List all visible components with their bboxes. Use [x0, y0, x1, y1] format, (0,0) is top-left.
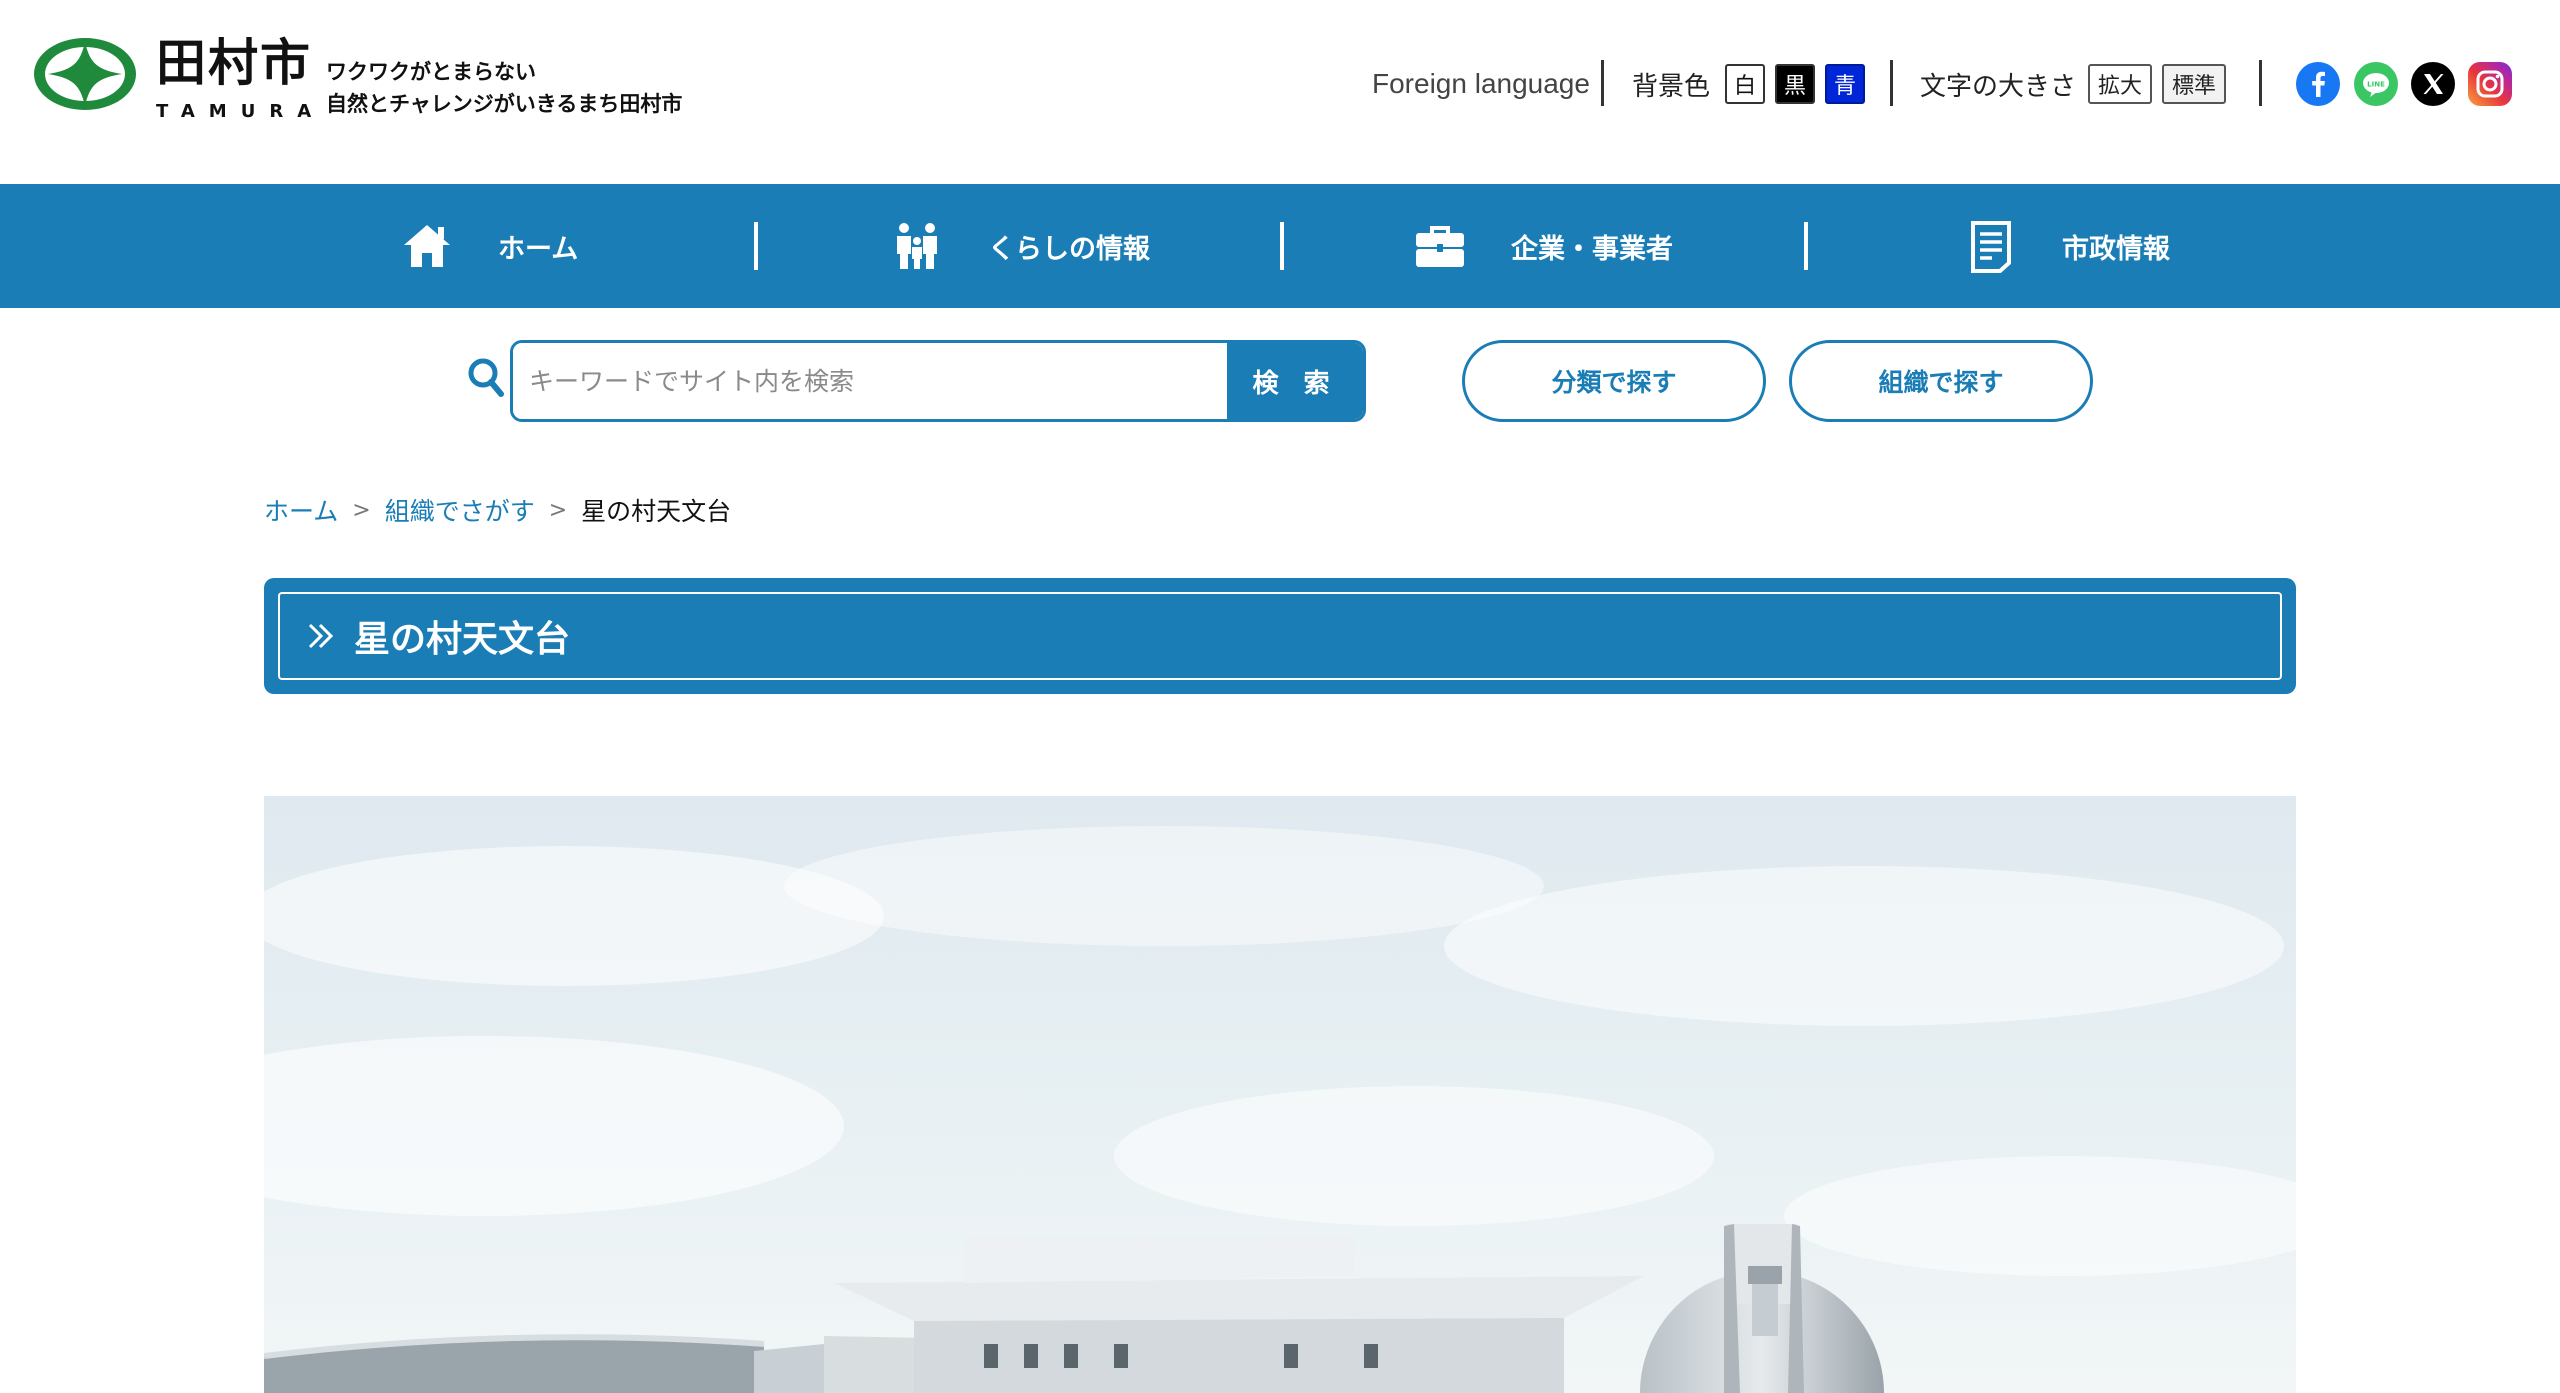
briefcase-icon: [1416, 226, 1464, 267]
search-input[interactable]: [513, 343, 1227, 419]
home-icon: [404, 225, 450, 267]
nav-divider: [1280, 222, 1284, 270]
nav-home-label: ホーム: [498, 233, 579, 265]
nav-business[interactable]: 企業・事業者: [1413, 184, 1673, 308]
nav-divider: [1804, 222, 1808, 270]
nav-city-label: 市政情報: [2062, 233, 2170, 265]
breadcrumb-separator: >: [352, 497, 371, 523]
facebook-icon[interactable]: [2296, 62, 2340, 106]
family-icon: [897, 223, 937, 269]
search-by-organization-button[interactable]: 組織で探す: [1789, 340, 2093, 422]
bg-blue-button[interactable]: 青: [1825, 64, 1865, 104]
nav-divider: [754, 222, 758, 270]
nav-city[interactable]: 市政情報: [1964, 184, 2170, 308]
tagline-line2: 自然とチャレンジがいきるまち田村市: [326, 92, 683, 116]
search-button[interactable]: 検 索: [1227, 343, 1363, 419]
search-icon: [468, 358, 504, 397]
logo-name: 田村市: [156, 34, 312, 92]
nav-life-label: くらしの情報: [988, 233, 1150, 265]
logo-roman: TAMURA: [156, 101, 326, 122]
font-size-label: 文字の大きさ: [1920, 71, 2077, 102]
tagline: ワクワクがとまらない 自然とチャレンジがいきるまち田村市: [326, 56, 682, 120]
breadcrumb-current: 星の村天文台: [581, 497, 732, 526]
breadcrumb-home-link[interactable]: ホーム: [264, 492, 338, 528]
bg-black-button[interactable]: 黒: [1775, 64, 1815, 104]
bg-white-button[interactable]: 白: [1725, 64, 1765, 104]
foreign-language-link[interactable]: Foreign language: [1372, 60, 1590, 108]
tamura-logo-icon[interactable]: [32, 36, 138, 112]
tagline-line1: ワクワクがとまらない: [326, 60, 536, 84]
global-nav: ホーム くらしの情報 企業・事業者 市政情報: [0, 184, 2560, 308]
breadcrumb: ホーム > 組織でさがす > 星の村天文台: [264, 490, 731, 530]
breadcrumb-org-link[interactable]: 組織でさがす: [385, 492, 535, 528]
page-title-inner: 星の村天文台: [278, 592, 2282, 680]
utility-divider: [2259, 60, 2262, 106]
page-title: 星の村天文台: [354, 619, 571, 660]
search-by-category-button[interactable]: 分類で探す: [1462, 340, 1766, 422]
line-icon[interactable]: LINE: [2354, 62, 2398, 106]
breadcrumb-separator: >: [548, 497, 568, 523]
nav-business-label: 企業・事業者: [1511, 233, 1673, 265]
x-icon[interactable]: [2411, 62, 2455, 106]
double-chevron-right-icon: [308, 623, 334, 649]
font-standard-button[interactable]: 標準: [2162, 64, 2226, 104]
nav-home[interactable]: ホーム: [400, 184, 578, 308]
observatory-photo: [264, 796, 2296, 1393]
document-icon: [1971, 221, 2011, 273]
nav-life[interactable]: くらしの情報: [890, 184, 1150, 308]
svg-text:LINE: LINE: [2367, 81, 2385, 89]
page-title-box: 星の村天文台: [264, 578, 2296, 694]
utility-divider: [1601, 60, 1604, 106]
utility-divider: [1890, 60, 1893, 106]
site-header: 田村市 TAMURA ワクワクがとまらない 自然とチャレンジがいきるまち田村市 …: [0, 0, 2560, 184]
bg-color-label: 背景色: [1632, 71, 1711, 102]
instagram-icon[interactable]: [2468, 62, 2512, 106]
font-enlarge-button[interactable]: 拡大: [2088, 64, 2152, 104]
search-box: 検 索: [510, 340, 1366, 422]
